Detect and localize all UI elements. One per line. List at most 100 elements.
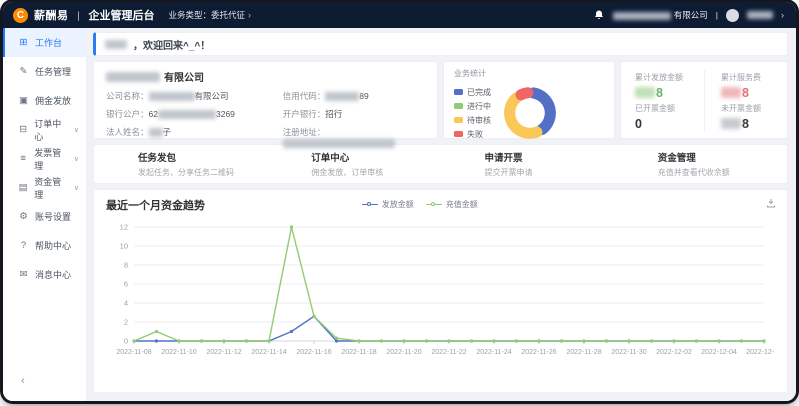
data-point[interactable] <box>357 339 360 342</box>
funds-icon: ▤ <box>18 182 28 193</box>
bell-icon[interactable] <box>593 9 605 21</box>
data-point[interactable] <box>560 339 563 342</box>
sidebar-item-8[interactable]: ✉消息中心 <box>3 260 86 289</box>
message-icon: ✉ <box>18 269 29 280</box>
quick-link-0[interactable]: 任务发包发起任务、分享任务二维码 <box>94 150 267 178</box>
sidebar-nav: ⊞工作台✎任务管理▣佣金发放⊟订单中心∨≡发票管理∨▤资金管理∨⚙账号设置?帮助… <box>3 28 87 401</box>
quick-link-3[interactable]: 资金管理充值并查看代收余额 <box>614 150 787 178</box>
data-point[interactable] <box>335 339 338 342</box>
sidebar-item-3[interactable]: ⊟订单中心∨ <box>3 115 86 144</box>
amount-value: 0 <box>635 117 642 131</box>
donut-legend-item-0: 已完成 <box>454 87 491 98</box>
data-point[interactable] <box>650 339 653 342</box>
data-point[interactable] <box>290 225 293 228</box>
chart-legend-item-1[interactable]: 充值金额 <box>426 199 478 210</box>
top-header: C 薪酬易 丨 企业管理后台 业务类型：委托代征 › 有限公司 | › <box>3 2 796 28</box>
user-avatar[interactable] <box>726 9 739 22</box>
quick-link-desc: 佣金发放、订单审核 <box>311 167 440 178</box>
data-point[interactable] <box>537 339 540 342</box>
data-point[interactable] <box>425 339 428 342</box>
donut-segment-1 <box>510 98 537 133</box>
x-tick-label: 2022-12-06 <box>746 349 774 356</box>
data-point[interactable] <box>762 339 765 342</box>
data-point[interactable] <box>470 339 473 342</box>
company-card-title: 有限公司 <box>106 69 425 84</box>
company-field-2: 银行公户：623269 <box>106 108 277 120</box>
legend-label: 已完成 <box>467 87 491 98</box>
data-point[interactable] <box>695 339 698 342</box>
data-point[interactable] <box>515 339 518 342</box>
quick-link-1[interactable]: 订单中心佣金发放、订单审核 <box>267 150 440 178</box>
legend-label: 待审核 <box>467 115 491 126</box>
legend-swatch <box>454 131 463 137</box>
sidebar-item-1[interactable]: ✎任务管理 <box>3 57 86 86</box>
redacted-amount <box>635 87 655 98</box>
summary-value: 8 <box>721 117 773 131</box>
y-tick-label: 12 <box>120 223 128 232</box>
data-point[interactable] <box>132 339 135 342</box>
data-point[interactable] <box>335 337 338 340</box>
legend-swatch <box>454 103 463 109</box>
donut-chart <box>499 82 561 144</box>
quick-link-title: 订单中心 <box>311 150 440 164</box>
sidebar-item-0[interactable]: ⊞工作台 <box>3 28 86 57</box>
download-icon[interactable] <box>765 197 777 209</box>
header-company-name: 有限公司 <box>613 9 707 21</box>
data-point[interactable] <box>672 339 675 342</box>
donut-legend: 已完成进行中待审核失败 <box>454 87 491 140</box>
data-point[interactable] <box>717 339 720 342</box>
sidebar-item-label: 工作台 <box>35 36 62 49</box>
legend-swatch <box>454 117 463 123</box>
sidebar-item-4[interactable]: ≡发票管理∨ <box>3 144 86 173</box>
data-point[interactable] <box>627 339 630 342</box>
main-content: ，欢迎回来^_^！ 有限公司 公司名称：有限公司信用代码：89银行公户：6232… <box>87 28 796 401</box>
data-point[interactable] <box>290 330 293 333</box>
data-point[interactable] <box>267 339 270 342</box>
field-value-prefix: 62 <box>149 109 158 119</box>
data-point[interactable] <box>492 339 495 342</box>
brand-separator: 丨 <box>74 8 84 23</box>
x-tick-label: 2022-11-22 <box>431 349 466 356</box>
sidebar-item-2[interactable]: ▣佣金发放 <box>3 86 86 115</box>
data-point[interactable] <box>447 339 450 342</box>
y-tick-label: 4 <box>124 299 128 308</box>
company-info-card: 有限公司 公司名称：有限公司信用代码：89银行公户：623269开户银行：招行法… <box>93 61 438 139</box>
company-fields: 公司名称：有限公司信用代码：89银行公户：623269开户银行：招行法人姓名：子… <box>106 90 425 148</box>
x-tick-label: 2022-11-08 <box>116 349 151 356</box>
chart-legend-item-0[interactable]: 发放金额 <box>362 199 414 210</box>
quick-link-2[interactable]: 申请开票提交开票申请 <box>441 150 614 178</box>
redacted-company-title <box>106 72 160 82</box>
brand-name: 薪酬易 <box>34 7 69 23</box>
donut-segment-2 <box>521 93 528 95</box>
field-label: 银行公户： <box>106 109 149 119</box>
sidebar-item-7[interactable]: ?帮助中心 <box>3 231 86 260</box>
redacted-amount <box>721 87 741 98</box>
data-point[interactable] <box>582 339 585 342</box>
data-point[interactable] <box>177 339 180 342</box>
user-menu-chevron-icon[interactable]: › <box>781 10 784 20</box>
sidebar-item-6[interactable]: ⚙账号设置 <box>3 202 86 231</box>
data-point[interactable] <box>740 339 743 342</box>
data-point[interactable] <box>155 339 158 342</box>
x-tick-label: 2022-11-26 <box>521 349 556 356</box>
data-point[interactable] <box>200 339 203 342</box>
sidebar-collapse-button[interactable]: ‹ <box>3 375 86 387</box>
summary-label: 累计发放金额 <box>635 72 704 83</box>
data-point[interactable] <box>312 315 315 318</box>
sidebar-item-label: 佣金发放 <box>35 94 71 107</box>
sidebar-item-5[interactable]: ▤资金管理∨ <box>3 173 86 202</box>
legend-swatch <box>454 89 463 95</box>
data-point[interactable] <box>380 339 383 342</box>
data-point[interactable] <box>605 339 608 342</box>
data-point[interactable] <box>245 339 248 342</box>
summary-label: 已开票金额 <box>635 103 704 114</box>
data-point[interactable] <box>402 339 405 342</box>
business-type-switcher[interactable]: 业务类型：委托代征 › <box>169 9 252 21</box>
data-point[interactable] <box>222 339 225 342</box>
chart-legend-label: 充值金额 <box>446 199 478 210</box>
summary-label: 未开票金额 <box>721 103 773 114</box>
field-label: 公司名称： <box>106 91 149 101</box>
redacted-value <box>158 110 216 119</box>
welcome-banner: ，欢迎回来^_^！ <box>93 32 788 56</box>
data-point[interactable] <box>155 330 158 333</box>
